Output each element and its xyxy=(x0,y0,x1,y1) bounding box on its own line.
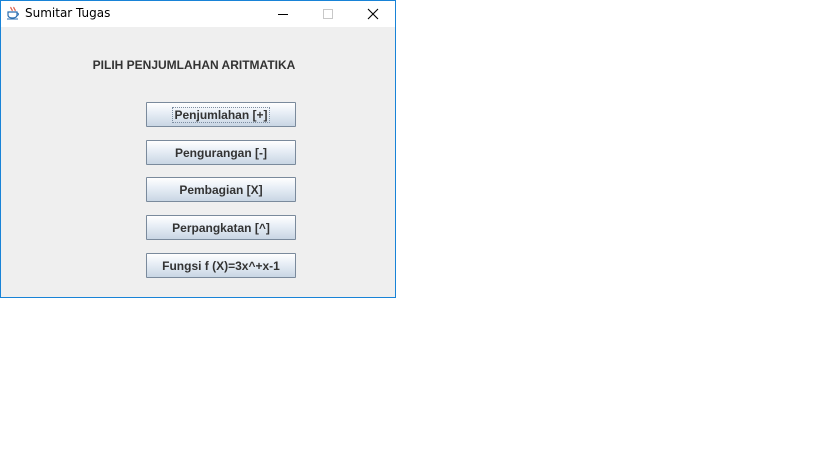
button-label: Pembagian [X] xyxy=(179,182,263,197)
title-bar[interactable]: Sumitar Tugas xyxy=(1,1,395,27)
pengurangan-button[interactable]: Pengurangan [-] xyxy=(146,140,296,165)
button-label: Fungsi f (X)=3x^+x-1 xyxy=(162,258,280,273)
window-content: PILIH PENJUMLAHAN ARITMATIKA Penjumlahan… xyxy=(1,27,395,297)
minimize-icon xyxy=(277,14,288,15)
maximize-icon xyxy=(322,9,333,19)
window-title: Sumitar Tugas xyxy=(25,6,111,20)
pembagian-button[interactable]: Pembagian [X] xyxy=(146,177,296,202)
perpangkatan-button[interactable]: Perpangkatan [^] xyxy=(146,215,296,240)
close-icon xyxy=(367,8,378,20)
fungsi-button[interactable]: Fungsi f (X)=3x^+x-1 xyxy=(146,253,296,278)
maximize-button[interactable] xyxy=(305,1,350,27)
page-title: PILIH PENJUMLAHAN ARITMATIKA xyxy=(92,58,296,72)
button-label: Penjumlahan [+] xyxy=(172,106,270,123)
minimize-button[interactable] xyxy=(260,1,305,27)
button-label: Perpangkatan [^] xyxy=(172,220,270,235)
button-label: Pengurangan [-] xyxy=(175,145,267,160)
java-cup-icon[interactable] xyxy=(6,6,20,20)
app-window: Sumitar Tugas PILIH PENJUMLAHAN ARITMATI… xyxy=(0,0,396,298)
penjumlahan-button[interactable]: Penjumlahan [+] xyxy=(146,102,296,127)
close-button[interactable] xyxy=(350,1,395,27)
